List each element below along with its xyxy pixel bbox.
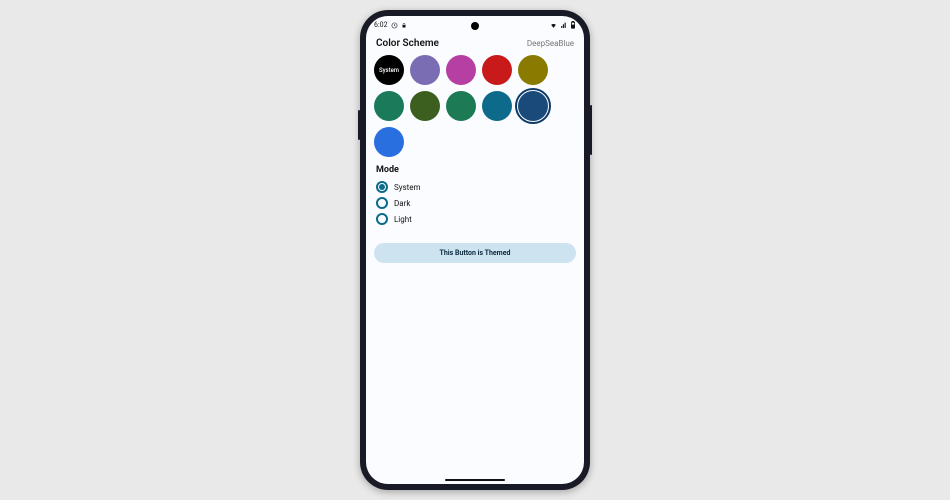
mode-option-label: Light — [394, 215, 412, 224]
color-swatch-system[interactable]: System — [374, 55, 404, 85]
mode-option-dark[interactable]: Dark — [376, 195, 574, 211]
home-indicator[interactable] — [445, 479, 505, 481]
screen: 6:02 Color Scheme DeepSeaBlue System Mod… — [366, 16, 584, 484]
current-scheme-label: DeepSeaBlue — [527, 39, 574, 48]
radio-icon — [376, 181, 388, 193]
themed-button[interactable]: This Button is Themed — [374, 243, 576, 263]
page-title: Color Scheme — [376, 38, 439, 49]
signal-icon — [560, 22, 568, 29]
color-swatch-purple[interactable] — [410, 55, 440, 85]
battery-icon — [570, 21, 576, 29]
mode-section: Mode System Dark Light — [366, 157, 584, 237]
clock-icon — [391, 22, 398, 29]
wifi-icon — [549, 22, 558, 29]
mode-option-system[interactable]: System — [376, 179, 574, 195]
mode-option-label: Dark — [394, 199, 410, 208]
mode-option-light[interactable]: Light — [376, 211, 574, 227]
color-swatch-deepsea[interactable] — [482, 91, 512, 121]
color-swatch-red[interactable] — [482, 55, 512, 85]
color-swatch-blue[interactable] — [374, 127, 404, 157]
phone-frame: 6:02 Color Scheme DeepSeaBlue System Mod… — [360, 10, 590, 490]
themed-button-label: This Button is Themed — [440, 249, 511, 257]
color-swatch-grid: System — [366, 55, 584, 157]
color-swatch-teal[interactable] — [374, 91, 404, 121]
color-swatch-emerald[interactable] — [446, 91, 476, 121]
radio-icon — [376, 197, 388, 209]
lock-icon — [401, 22, 407, 29]
front-camera — [471, 22, 479, 30]
color-swatch-darkgreen[interactable] — [410, 91, 440, 121]
header: Color Scheme DeepSeaBlue — [366, 34, 584, 55]
swatch-system-label: System — [379, 67, 399, 74]
mode-option-label: System — [394, 183, 421, 192]
color-swatch-olive[interactable] — [518, 55, 548, 85]
color-swatch-navy[interactable] — [518, 91, 548, 121]
status-time: 6:02 — [374, 21, 388, 29]
color-swatch-magenta[interactable] — [446, 55, 476, 85]
mode-heading: Mode — [376, 165, 574, 175]
radio-icon — [376, 213, 388, 225]
